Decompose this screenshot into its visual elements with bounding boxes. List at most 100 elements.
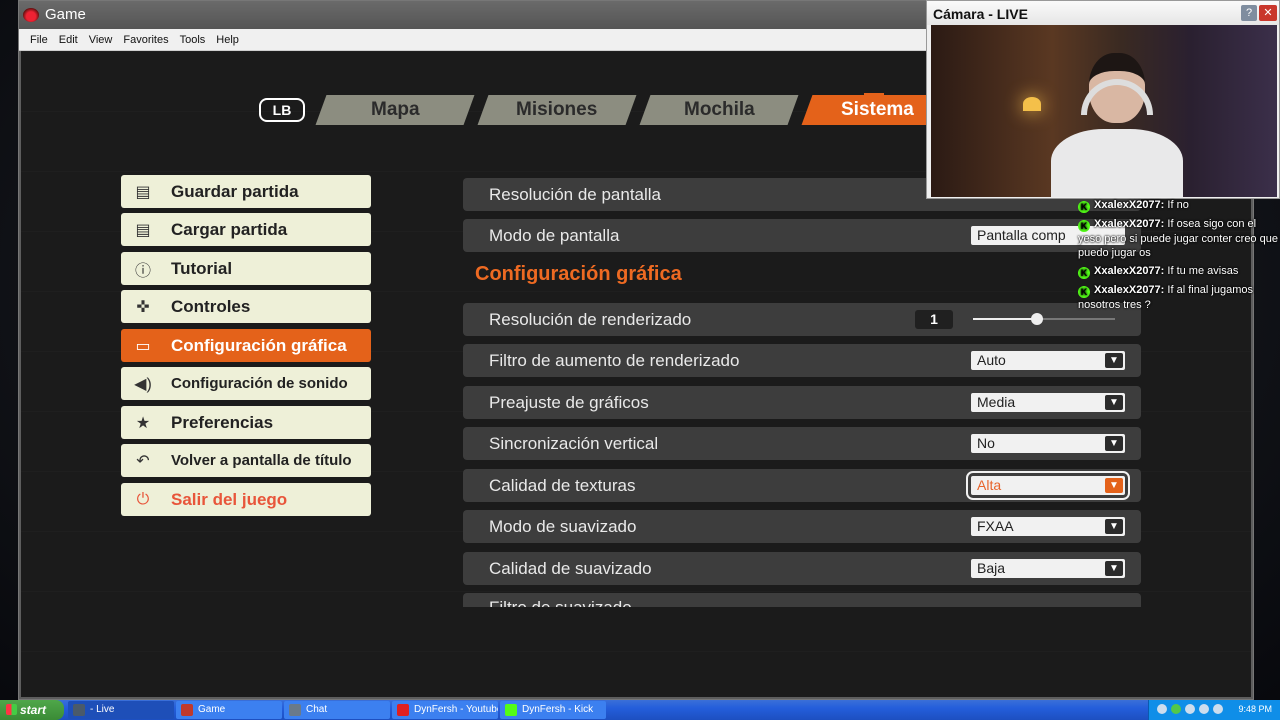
setting-sincronizacion-vertical[interactable]: Sincronización vertical No ▼: [463, 427, 1141, 460]
lb-button-hint[interactable]: LB: [259, 98, 305, 122]
tab-label: Sistema: [840, 99, 914, 120]
menu-cargar-partida[interactable]: ▤ Cargar partida: [121, 213, 371, 246]
chevron-down-icon: ▼: [1105, 436, 1123, 451]
taskbar-kick[interactable]: DynFersh - Kick: [500, 701, 606, 719]
setting-label: Resolución de renderizado: [489, 310, 692, 329]
start-button[interactable]: start: [0, 700, 64, 720]
tray-icon[interactable]: [1213, 704, 1223, 714]
menu-salir-juego[interactable]: ⏻ Salir del juego: [121, 483, 371, 516]
gamepad-icon: ✜: [136, 298, 150, 316]
menu-view[interactable]: View: [78, 29, 113, 46]
taskbar-chat[interactable]: Chat: [284, 701, 390, 719]
section-title: Configuración gráfica: [475, 263, 682, 285]
menu-controles[interactable]: ✜ Controles: [121, 290, 371, 323]
menu-favorites[interactable]: Favorites: [112, 29, 168, 46]
setting-calidad-suavizado[interactable]: Calidad de suavizado Baja ▼: [463, 552, 1141, 585]
streamer: [1051, 53, 1183, 197]
lamp-light: [1023, 97, 1041, 111]
dropdown-value: Media: [977, 394, 1016, 410]
menu-label: Preferencias: [171, 412, 274, 432]
settings-clip: Filtro de suavizado: [463, 593, 1141, 607]
setting-calidad-texturas[interactable]: Calidad de texturas Alta ▼: [463, 469, 1141, 502]
menu-edit[interactable]: Edit: [48, 29, 78, 46]
menu-configuracion-sonido[interactable]: ◀) Configuración de sonido: [121, 367, 371, 400]
menu-tutorial[interactable]: ⓘ Tutorial: [121, 252, 371, 285]
menu-label: Controles: [171, 296, 251, 316]
tray-icon[interactable]: [1157, 704, 1167, 714]
tab-misiones[interactable]: Misiones: [477, 95, 637, 125]
dropdown-value: Auto: [977, 352, 1006, 368]
dropdown-value: Baja: [977, 560, 1006, 576]
taskbar-label: Chat: [306, 704, 328, 715]
menu-file[interactable]: File: [19, 29, 48, 46]
volume-icon[interactable]: [1199, 704, 1209, 714]
taskbar-label: DynFersh - Youtube: [414, 704, 498, 715]
window-title: Game: [45, 6, 86, 23]
chat-message: K XxalexX2077: If al final jugamos nosotr…: [1078, 283, 1278, 312]
slider-fill: [973, 318, 1037, 320]
shield-icon[interactable]: [1171, 704, 1181, 714]
kick-badge-icon: K: [1078, 267, 1090, 279]
app-icon: [23, 8, 39, 22]
tab-mapa[interactable]: Mapa: [315, 95, 475, 125]
active-tab-marker: [864, 85, 884, 95]
taskbar-label: Game: [198, 704, 226, 715]
chat-user: XxalexX2077:: [1094, 265, 1165, 277]
chat-user: XxalexX2077:: [1094, 218, 1165, 230]
taskbar-live[interactable]: - Live: [68, 701, 174, 719]
chat-text: If tu me avisas: [1167, 265, 1239, 277]
suavizado-calidad-dropdown[interactable]: Baja ▼: [971, 559, 1125, 578]
chevron-down-icon: ▼: [1105, 395, 1123, 410]
setting-label: Sincronización vertical: [489, 434, 659, 453]
back-arrow-icon: ↶: [136, 452, 150, 470]
tab-label: Misiones: [516, 99, 598, 120]
chat-overlay: K XxalexX2077: If no K XxalexX2077: If ose…: [1078, 198, 1278, 316]
live-icon: [73, 704, 85, 716]
setting-preajuste-graficos[interactable]: Preajuste de gráficos Media ▼: [463, 386, 1141, 419]
suavizado-modo-dropdown[interactable]: FXAA ▼: [971, 517, 1125, 536]
chat-message: K XxalexX2077: If tu me avisas: [1078, 264, 1278, 279]
setting-filtro-aumento[interactable]: Filtro de aumento de renderizado Auto ▼: [463, 344, 1141, 377]
slider-handle[interactable]: [1030, 313, 1043, 325]
chevron-down-icon: ▼: [1105, 353, 1123, 368]
close-icon[interactable]: ✕: [1259, 5, 1277, 21]
tab-label: Mochila: [683, 99, 755, 120]
menu-volver-titulo[interactable]: ↶ Volver a pantalla de título: [121, 444, 371, 477]
monitor-icon: ▭: [135, 337, 151, 355]
chat-icon: [289, 704, 301, 716]
setting-label: Filtro de suavizado: [489, 598, 632, 607]
slider-value: 1: [915, 310, 953, 329]
setting-filtro-suavizado[interactable]: Filtro de suavizado: [463, 593, 1141, 607]
menu-tools[interactable]: Tools: [169, 29, 206, 46]
setting-label: Modo de suavizado: [489, 517, 637, 536]
taskbar-label: - Live: [90, 704, 115, 715]
dropdown-value: No: [977, 435, 995, 451]
chat-message: K XxalexX2077: If no: [1078, 198, 1278, 213]
notebook-icon: ▤: [135, 183, 151, 201]
preajuste-dropdown[interactable]: Media ▼: [971, 393, 1125, 412]
texturas-dropdown[interactable]: Alta ▼: [966, 471, 1130, 500]
slider-track[interactable]: [973, 313, 1115, 325]
setting-label: Preajuste de gráficos: [489, 393, 649, 412]
filtro-aumento-dropdown[interactable]: Auto ▼: [971, 351, 1125, 370]
taskbar-game[interactable]: Game: [176, 701, 282, 719]
menu-label: Cargar partida: [171, 219, 288, 239]
menu-preferencias[interactable]: ★ Preferencias: [121, 406, 371, 439]
help-icon[interactable]: ?: [1241, 5, 1257, 21]
network-icon[interactable]: [1185, 704, 1195, 714]
menu-guardar-partida[interactable]: ▤ Guardar partida: [121, 175, 371, 208]
vsync-dropdown[interactable]: No ▼: [971, 434, 1125, 453]
kick-icon: [505, 704, 517, 716]
power-icon: ⏻: [136, 490, 150, 508]
webcam-feed: [931, 25, 1277, 197]
taskbar-youtube[interactable]: DynFersh - Youtube: [392, 701, 498, 719]
setting-resolucion-renderizado[interactable]: Resolución de renderizado 1: [463, 303, 1141, 336]
setting-modo-suavizado[interactable]: Modo de suavizado FXAA ▼: [463, 510, 1141, 543]
tab-mochila[interactable]: Mochila: [639, 95, 799, 125]
camera-title-bar[interactable]: Cámara - LIVE ? ✕: [927, 1, 1279, 25]
notebook-icon: ▤: [135, 221, 151, 239]
setting-modo-pantalla[interactable]: Modo de pantalla Pantalla comp: [463, 219, 1141, 252]
info-icon: ⓘ: [134, 262, 151, 280]
menu-help[interactable]: Help: [205, 29, 239, 46]
menu-configuracion-grafica[interactable]: ▭ Configuración gráfica: [121, 329, 371, 362]
